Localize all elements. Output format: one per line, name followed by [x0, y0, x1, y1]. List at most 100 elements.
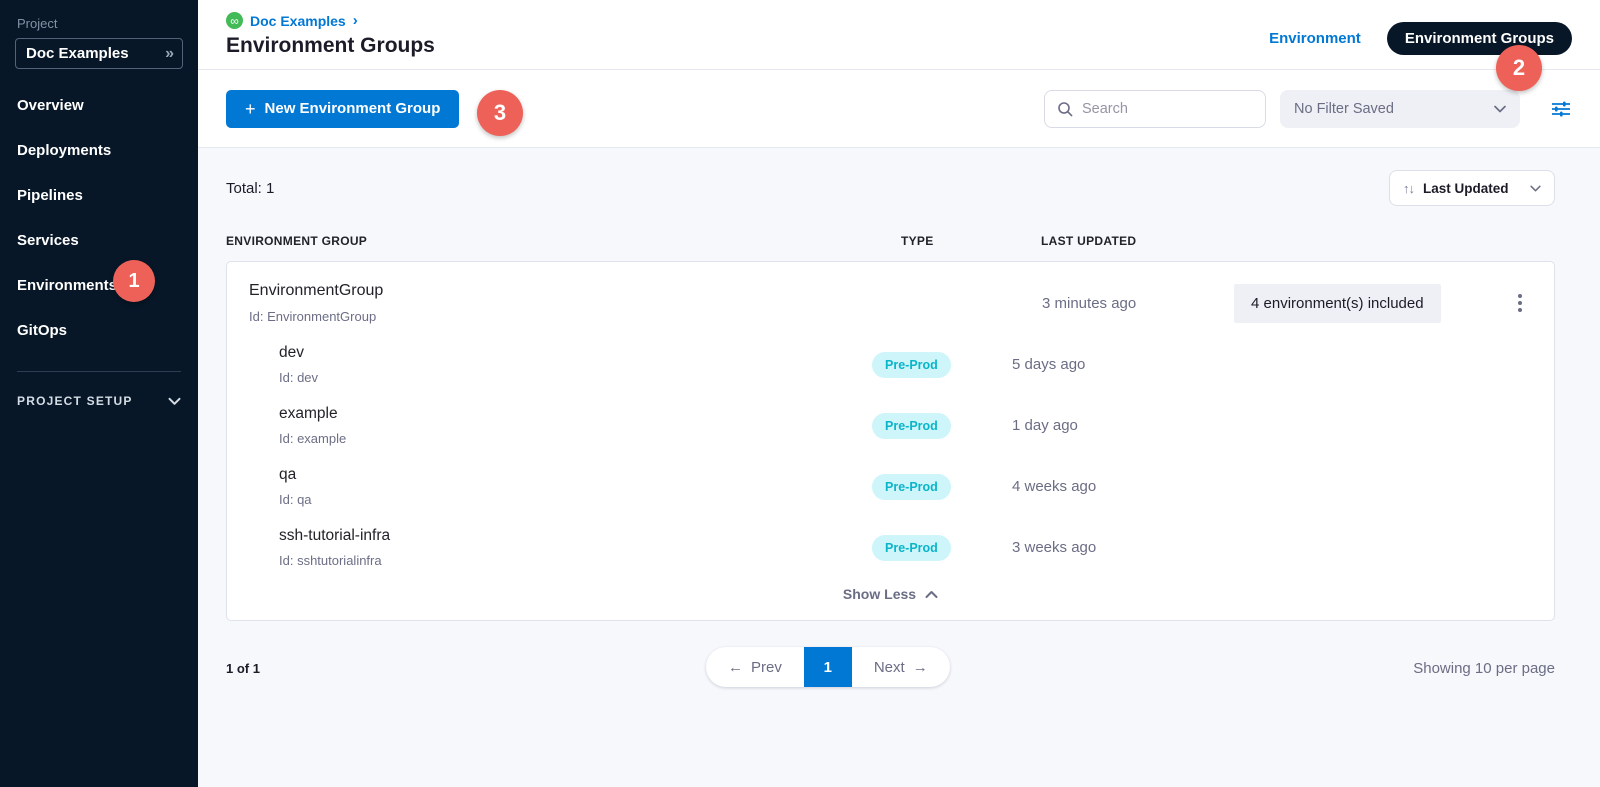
listing-top: Total: 1 ↑↓ Last Updated: [226, 170, 1555, 206]
environment-name-cell: example Id: example: [249, 405, 872, 446]
environment-type-cell: Pre-Prod: [872, 352, 1012, 378]
type-badge: Pre-Prod: [872, 413, 951, 439]
header-left: ∞ Doc Examples › Environment Groups: [226, 12, 435, 58]
annotation-step-3: 3: [477, 90, 523, 136]
sidebar: Project Doc Examples » Overview Deployme…: [0, 0, 198, 787]
table-header: ENVIRONMENT GROUP TYPE LAST UPDATED: [226, 234, 1555, 248]
sidebar-item-pipelines[interactable]: Pipelines: [0, 173, 198, 218]
search-input[interactable]: [1082, 101, 1253, 117]
section-label: PROJECT SETUP: [17, 394, 133, 408]
sidebar-item-environments[interactable]: Environments: [0, 263, 198, 308]
cd-module-icon: ∞: [226, 12, 243, 29]
sidebar-item-label: Overview: [17, 97, 84, 114]
sidebar-item-label: Deployments: [17, 142, 111, 159]
breadcrumb: ∞ Doc Examples ›: [226, 12, 435, 29]
sort-value: Last Updated: [1423, 181, 1521, 196]
annotation-step-2: 2: [1496, 45, 1542, 91]
breadcrumb-separator: ›: [353, 12, 358, 29]
search-box[interactable]: [1044, 90, 1266, 128]
sort-dropdown[interactable]: ↑↓ Last Updated: [1389, 170, 1555, 206]
environment-group-card: EnvironmentGroup Id: EnvironmentGroup 3 …: [226, 261, 1555, 621]
chevron-double-right-icon[interactable]: »: [165, 45, 172, 63]
prev-label: Prev: [751, 659, 782, 676]
chevron-down-icon: [1530, 185, 1541, 192]
environment-last-updated: 4 weeks ago: [1012, 478, 1204, 495]
annotation-step-1: 1: [113, 260, 155, 302]
tab-environment-groups[interactable]: Environment Groups: [1387, 22, 1572, 55]
column-type: TYPE: [901, 234, 1041, 248]
breadcrumb-link-project[interactable]: Doc Examples: [250, 13, 346, 29]
page-header: ∞ Doc Examples › Environment Groups Envi…: [198, 0, 1600, 70]
group-id: Id: EnvironmentGroup: [249, 309, 902, 324]
current-page-button[interactable]: 1: [804, 647, 852, 687]
environment-row[interactable]: dev Id: dev Pre-Prod 5 days ago: [249, 344, 1532, 385]
project-selector[interactable]: Doc Examples »: [15, 38, 183, 69]
environment-type-cell: Pre-Prod: [872, 474, 1012, 500]
new-environment-group-button[interactable]: + New Environment Group: [226, 90, 459, 128]
group-row[interactable]: EnvironmentGroup Id: EnvironmentGroup 3 …: [249, 282, 1532, 324]
saved-filter-select[interactable]: No Filter Saved: [1280, 90, 1520, 128]
search-icon: [1057, 101, 1073, 117]
chevron-down-icon: [168, 397, 181, 406]
environment-name-cell: dev Id: dev: [249, 344, 872, 385]
environment-row[interactable]: qa Id: qa Pre-Prod 4 weeks ago: [249, 466, 1532, 507]
app-root: Project Doc Examples » Overview Deployme…: [0, 0, 1600, 787]
prev-page-button[interactable]: ← Prev: [706, 647, 804, 687]
kebab-menu-icon[interactable]: [1514, 290, 1526, 316]
project-label: Project: [17, 16, 198, 31]
arrow-right-icon: →: [913, 659, 928, 676]
sidebar-item-deployments[interactable]: Deployments: [0, 128, 198, 173]
environment-name: qa: [279, 466, 872, 484]
environment-name-cell: ssh-tutorial-infra Id: sshtutorialinfra: [249, 527, 872, 568]
filter-sliders-icon: [1550, 100, 1572, 118]
environment-count-button[interactable]: 4 environment(s) included: [1234, 284, 1441, 323]
total-count: Total: 1: [226, 180, 274, 197]
environment-id: Id: example: [279, 431, 872, 446]
environment-row[interactable]: example Id: example Pre-Prod 1 day ago: [249, 405, 1532, 446]
saved-filter-value: No Filter Saved: [1294, 101, 1394, 117]
arrow-left-icon: ←: [728, 659, 743, 676]
environment-last-updated: 1 day ago: [1012, 417, 1204, 434]
show-less-label: Show Less: [843, 586, 916, 602]
plus-icon: +: [245, 100, 256, 118]
pager: ← Prev 1 Next →: [706, 647, 950, 687]
group-name-cell: EnvironmentGroup Id: EnvironmentGroup: [249, 282, 902, 324]
show-less-button[interactable]: Show Less: [249, 568, 1532, 612]
environment-name: example: [279, 405, 872, 423]
type-badge: Pre-Prod: [872, 352, 951, 378]
new-environment-group-label: New Environment Group: [265, 100, 441, 117]
environment-row[interactable]: ssh-tutorial-infra Id: sshtutorialinfra …: [249, 527, 1532, 568]
group-name: EnvironmentGroup: [249, 282, 902, 300]
column-environment-group: ENVIRONMENT GROUP: [226, 234, 901, 248]
sidebar-section-project-setup[interactable]: PROJECT SETUP: [17, 394, 181, 408]
environment-last-updated: 5 days ago: [1012, 356, 1204, 373]
next-page-button[interactable]: Next →: [852, 647, 950, 687]
next-label: Next: [874, 659, 905, 676]
sidebar-item-gitops[interactable]: GitOps: [0, 308, 198, 353]
environment-id: Id: dev: [279, 370, 872, 385]
environment-type-cell: Pre-Prod: [872, 413, 1012, 439]
environment-name: dev: [279, 344, 872, 362]
environment-type-cell: Pre-Prod: [872, 535, 1012, 561]
tab-environment[interactable]: Environment: [1269, 30, 1361, 47]
type-badge: Pre-Prod: [872, 474, 951, 500]
sidebar-item-label: Pipelines: [17, 187, 83, 204]
toolbar: + New Environment Group 3 No Filter Save…: [198, 70, 1600, 148]
per-page-label: Showing 10 per page: [1413, 660, 1555, 677]
filter-settings-button[interactable]: [1550, 100, 1572, 118]
environment-name-cell: qa Id: qa: [249, 466, 872, 507]
environment-id: Id: qa: [279, 492, 872, 507]
environment-id: Id: sshtutorialinfra: [279, 553, 872, 568]
sidebar-item-label: Services: [17, 232, 79, 249]
environment-last-updated: 3 weeks ago: [1012, 539, 1204, 556]
sort-arrows-icon: ↑↓: [1403, 181, 1414, 196]
sidebar-item-overview[interactable]: Overview: [0, 83, 198, 128]
type-badge: Pre-Prod: [872, 535, 951, 561]
sidebar-item-label: GitOps: [17, 322, 67, 339]
environment-name: ssh-tutorial-infra: [279, 527, 872, 545]
sidebar-item-label: Environments: [17, 277, 117, 294]
content: Total: 1 ↑↓ Last Updated ENVIRONMENT GRO…: [198, 148, 1600, 787]
column-last-updated: LAST UPDATED: [1041, 234, 1555, 248]
sidebar-item-services[interactable]: Services: [0, 218, 198, 263]
infinity-icon: ∞: [230, 15, 239, 27]
